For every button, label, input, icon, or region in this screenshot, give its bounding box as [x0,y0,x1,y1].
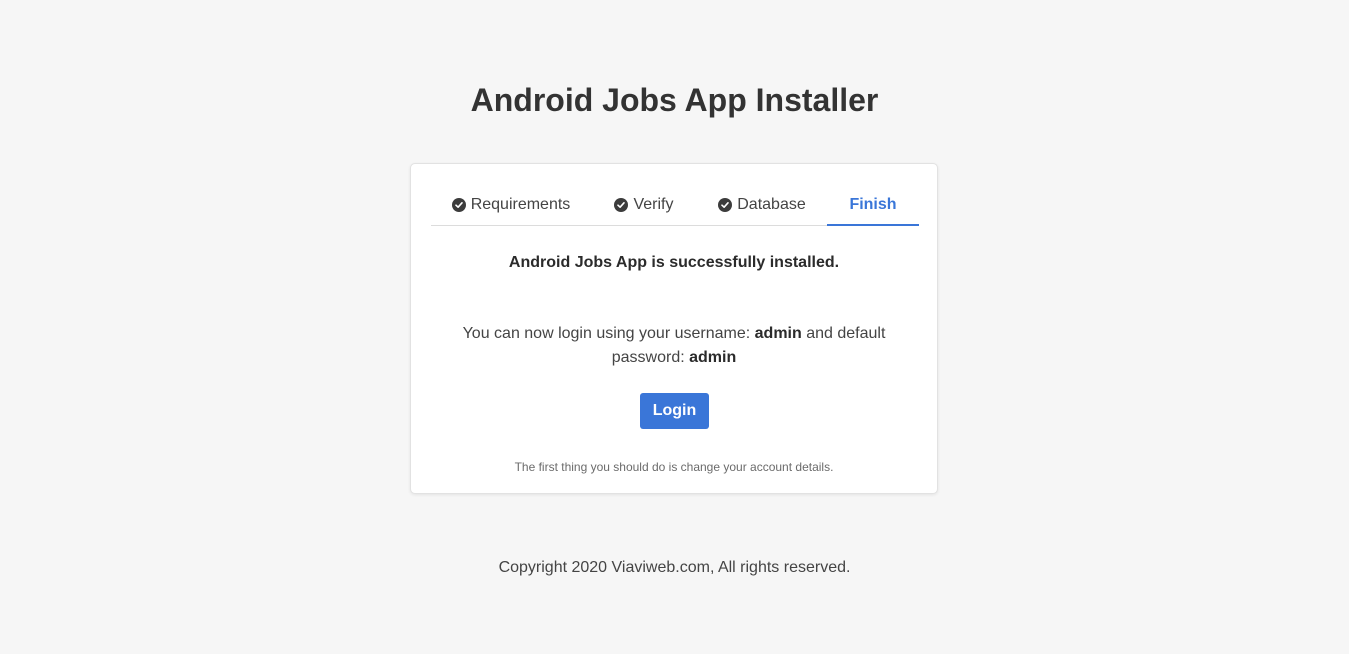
account-note: The first thing you should do is change … [514,460,834,474]
login-text-prefix: You can now login using your username: [462,325,751,342]
check-circle-icon [614,198,629,212]
tab-label: Requirements [470,196,571,213]
footer-copyright: Copyright 2020 Viaviweb.com, All rights … [498,559,851,576]
installer-card: Requirements Verify Database Finish Andr… [410,163,938,494]
installer-page: Android Jobs App Installer Requirements … [0,0,1349,654]
tab-label: Verify [633,196,674,213]
tab-requirements[interactable]: Requirements [431,188,591,225]
tab-label: Database [737,196,806,213]
login-info: You can now login using your username: a… [451,322,897,370]
tab-database[interactable]: Database [697,188,827,225]
password-value: admin [689,349,737,366]
installer-steps: Requirements Verify Database Finish [431,188,919,226]
check-circle-icon [451,198,466,212]
tab-finish[interactable]: Finish [827,188,919,226]
page-title: Android Jobs App Installer [470,82,879,118]
success-message: Android Jobs App is successfully install… [508,254,840,271]
check-circle-icon [718,198,733,212]
login-button[interactable]: Login [640,393,709,429]
tab-label: Finish [849,195,897,213]
tab-verify[interactable]: Verify [591,188,697,225]
username-value: admin [754,325,802,342]
